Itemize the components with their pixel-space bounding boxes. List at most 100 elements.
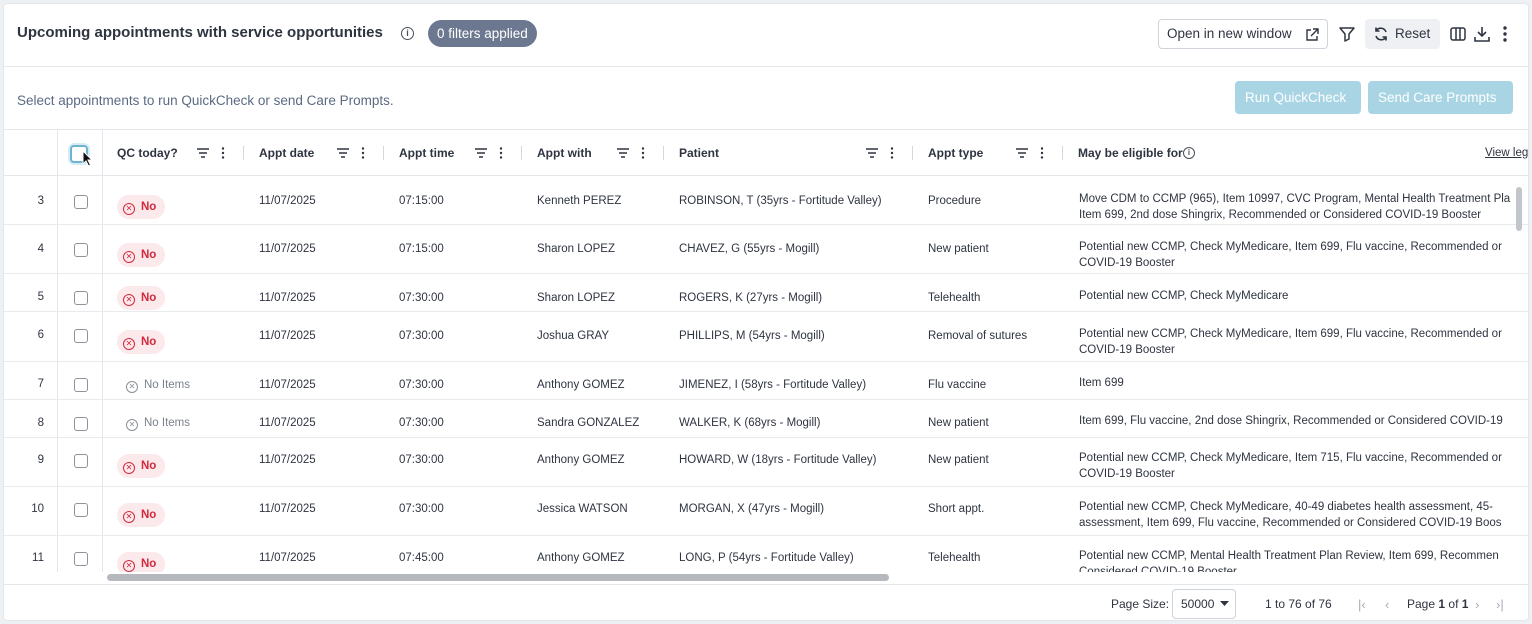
patient: ROBINSON, T (35yrs - Fortitude Valley) bbox=[679, 195, 882, 207]
eligible-for: Move CDM to CCMP (965), Item 10997, CVC … bbox=[1079, 191, 1519, 223]
eligible-for: Potential new CCMP, Mental Health Treatm… bbox=[1079, 548, 1519, 572]
download-icon[interactable] bbox=[1472, 24, 1492, 44]
appt-with: Kenneth PEREZ bbox=[537, 195, 622, 207]
col-divider[interactable] bbox=[1062, 146, 1063, 160]
eligible-line: Move CDM to CCMP (965), Item 10997, CVC … bbox=[1079, 193, 1511, 205]
qc-status-badge: ✕ No bbox=[117, 503, 166, 527]
row-number: 10 bbox=[31, 503, 44, 515]
eligible-line: Potential new CCMP, Check MyMedicare bbox=[1079, 290, 1289, 302]
time-menu-icon[interactable] bbox=[475, 147, 511, 159]
row-checkbox[interactable] bbox=[74, 243, 88, 257]
table-row[interactable]: 10 ✕ No 11/07/2025 07:30:00 Jessica WATSO… bbox=[4, 487, 1528, 536]
action-bar: Select appointments to run QuickCheck or… bbox=[4, 68, 1528, 130]
appt-date: 11/07/2025 bbox=[259, 330, 316, 342]
eligible-for: Potential new CCMP, Check MyMedicare bbox=[1079, 288, 1519, 304]
appt-date: 11/07/2025 bbox=[259, 292, 316, 304]
more-options-icon[interactable] bbox=[1495, 24, 1515, 44]
next-page-icon[interactable]: › bbox=[1475, 597, 1479, 612]
row-number: 5 bbox=[37, 291, 44, 303]
row-checkbox[interactable] bbox=[74, 503, 88, 517]
eligible-info-icon[interactable]: i bbox=[1183, 147, 1195, 159]
col-divider[interactable] bbox=[912, 146, 913, 160]
first-page-icon[interactable]: |‹ bbox=[1358, 597, 1366, 612]
qc-status-text: No Items bbox=[144, 379, 191, 391]
col-eligible[interactable]: May be eligible for bbox=[1078, 130, 1183, 176]
view-legend-link[interactable]: View leg bbox=[1485, 130, 1528, 176]
row-number: 7 bbox=[37, 378, 44, 390]
vertical-scrollbar[interactable] bbox=[1516, 187, 1522, 231]
table-row[interactable]: 8 ✕ No Items 11/07/2025 07:30:00 Sandra G… bbox=[4, 400, 1528, 438]
filter-icon[interactable] bbox=[1337, 24, 1357, 44]
col-divider[interactable] bbox=[243, 146, 244, 160]
qc-menu-icon[interactable] bbox=[197, 147, 233, 159]
send-care-prompts-button[interactable]: Send Care Prompts bbox=[1368, 81, 1513, 114]
table-row[interactable]: 6 ✕ No 11/07/2025 07:30:00 Joshua GRAY PH… bbox=[4, 312, 1528, 362]
eligible-line: Item 699, Flu vaccine, 2nd dose Shingrix… bbox=[1079, 415, 1503, 427]
with-menu-icon[interactable] bbox=[617, 147, 653, 159]
col-appt-time[interactable]: Appt time bbox=[399, 130, 454, 176]
eligible-for: Potential new CCMP, Check MyMedicare, It… bbox=[1079, 326, 1519, 358]
row-checkbox[interactable] bbox=[74, 195, 88, 209]
row-checkbox[interactable] bbox=[74, 329, 88, 343]
col-divider[interactable] bbox=[521, 146, 522, 160]
patient-menu-icon[interactable] bbox=[866, 147, 902, 159]
patient: JIMENEZ, I (58yrs - Fortitude Valley) bbox=[679, 379, 867, 391]
patient: ROGERS, K (27yrs - Mogill) bbox=[679, 292, 823, 304]
row-checkbox[interactable] bbox=[74, 454, 88, 468]
open-new-window-button[interactable]: Open in new window bbox=[1158, 19, 1328, 49]
type-menu-icon[interactable] bbox=[1016, 147, 1052, 159]
table-row[interactable]: 11 ✕ No 11/07/2025 07:45:00 Anthony GOMEZ… bbox=[4, 536, 1528, 572]
patient: LONG, P (54yrs - Fortitude Valley) bbox=[679, 552, 854, 564]
x-circle-icon: ✕ bbox=[123, 462, 135, 474]
eligible-line: Item 699, 2nd dose Shingrix, Recommended… bbox=[1079, 209, 1482, 221]
reset-button[interactable]: Reset bbox=[1365, 19, 1441, 49]
qc-status-text: No bbox=[141, 249, 157, 261]
appt-date: 11/07/2025 bbox=[259, 243, 316, 255]
reset-label: Reset bbox=[1395, 26, 1431, 41]
info-icon[interactable]: i bbox=[401, 27, 414, 40]
col-patient[interactable]: Patient bbox=[679, 130, 719, 176]
appt-type: New patient bbox=[928, 243, 989, 255]
col-appt-date[interactable]: Appt date bbox=[259, 130, 314, 176]
table-row[interactable]: 7 ✕ No Items 11/07/2025 07:30:00 Anthony … bbox=[4, 362, 1528, 400]
page-size-select[interactable]: 50000 bbox=[1172, 589, 1236, 619]
appt-date: 11/07/2025 bbox=[259, 454, 316, 466]
eligible-line: Item 699 bbox=[1079, 377, 1124, 389]
row-checkbox[interactable] bbox=[74, 552, 88, 566]
qc-status-text: No bbox=[141, 292, 157, 304]
col-divider[interactable] bbox=[663, 146, 664, 160]
table-row[interactable]: 5 ✕ No 11/07/2025 07:30:00 Sharon LOPEZ R… bbox=[4, 274, 1528, 312]
appt-date: 11/07/2025 bbox=[259, 195, 316, 207]
eligible-for: Item 699 bbox=[1079, 375, 1519, 391]
row-checkbox[interactable] bbox=[74, 378, 88, 392]
appt-time: 07:30:00 bbox=[399, 417, 444, 429]
appt-date: 11/07/2025 bbox=[259, 552, 316, 564]
qc-status-badge: ✕ No bbox=[117, 243, 166, 267]
filters-badge[interactable]: 0 filters applied bbox=[428, 20, 537, 47]
qc-status-noitems: ✕ No Items bbox=[126, 379, 190, 393]
appt-with: Jessica WATSON bbox=[537, 503, 628, 515]
col-qc-today[interactable]: QC today? bbox=[117, 130, 178, 176]
eligible-line: COVID-19 Booster bbox=[1079, 257, 1175, 269]
external-link-icon bbox=[1306, 28, 1319, 41]
table-row[interactable]: 9 ✕ No 11/07/2025 07:30:00 Anthony GOMEZ … bbox=[4, 438, 1528, 487]
patient: PHILLIPS, M (54yrs - Mogill) bbox=[679, 330, 825, 342]
grid-header: QC today? Appt date Appt time Appt with … bbox=[4, 130, 1528, 176]
date-menu-icon[interactable] bbox=[337, 147, 373, 159]
col-divider[interactable] bbox=[383, 146, 384, 160]
appt-with: Sharon LOPEZ bbox=[537, 292, 615, 304]
previous-page-icon[interactable]: ‹ bbox=[1385, 597, 1389, 612]
table-row[interactable]: 4 ✕ No 11/07/2025 07:15:00 Sharon LOPEZ C… bbox=[4, 225, 1528, 274]
qc-status-text: No bbox=[141, 460, 157, 472]
last-page-icon[interactable]: ›| bbox=[1496, 597, 1504, 612]
appt-date: 11/07/2025 bbox=[259, 417, 316, 429]
col-appt-with[interactable]: Appt with bbox=[537, 130, 592, 176]
run-quickcheck-button[interactable]: Run QuickCheck bbox=[1235, 81, 1361, 114]
columns-icon[interactable] bbox=[1448, 24, 1468, 44]
row-checkbox[interactable] bbox=[74, 291, 88, 305]
col-appt-type[interactable]: Appt type bbox=[928, 130, 983, 176]
row-checkbox[interactable] bbox=[74, 417, 88, 431]
eligible-line: Considered COVID-19 Booster bbox=[1079, 566, 1237, 572]
horizontal-scrollbar-thumb[interactable] bbox=[107, 574, 889, 581]
table-row[interactable]: 3 ✕ No 11/07/2025 07:15:00 Kenneth PEREZ … bbox=[4, 176, 1528, 225]
